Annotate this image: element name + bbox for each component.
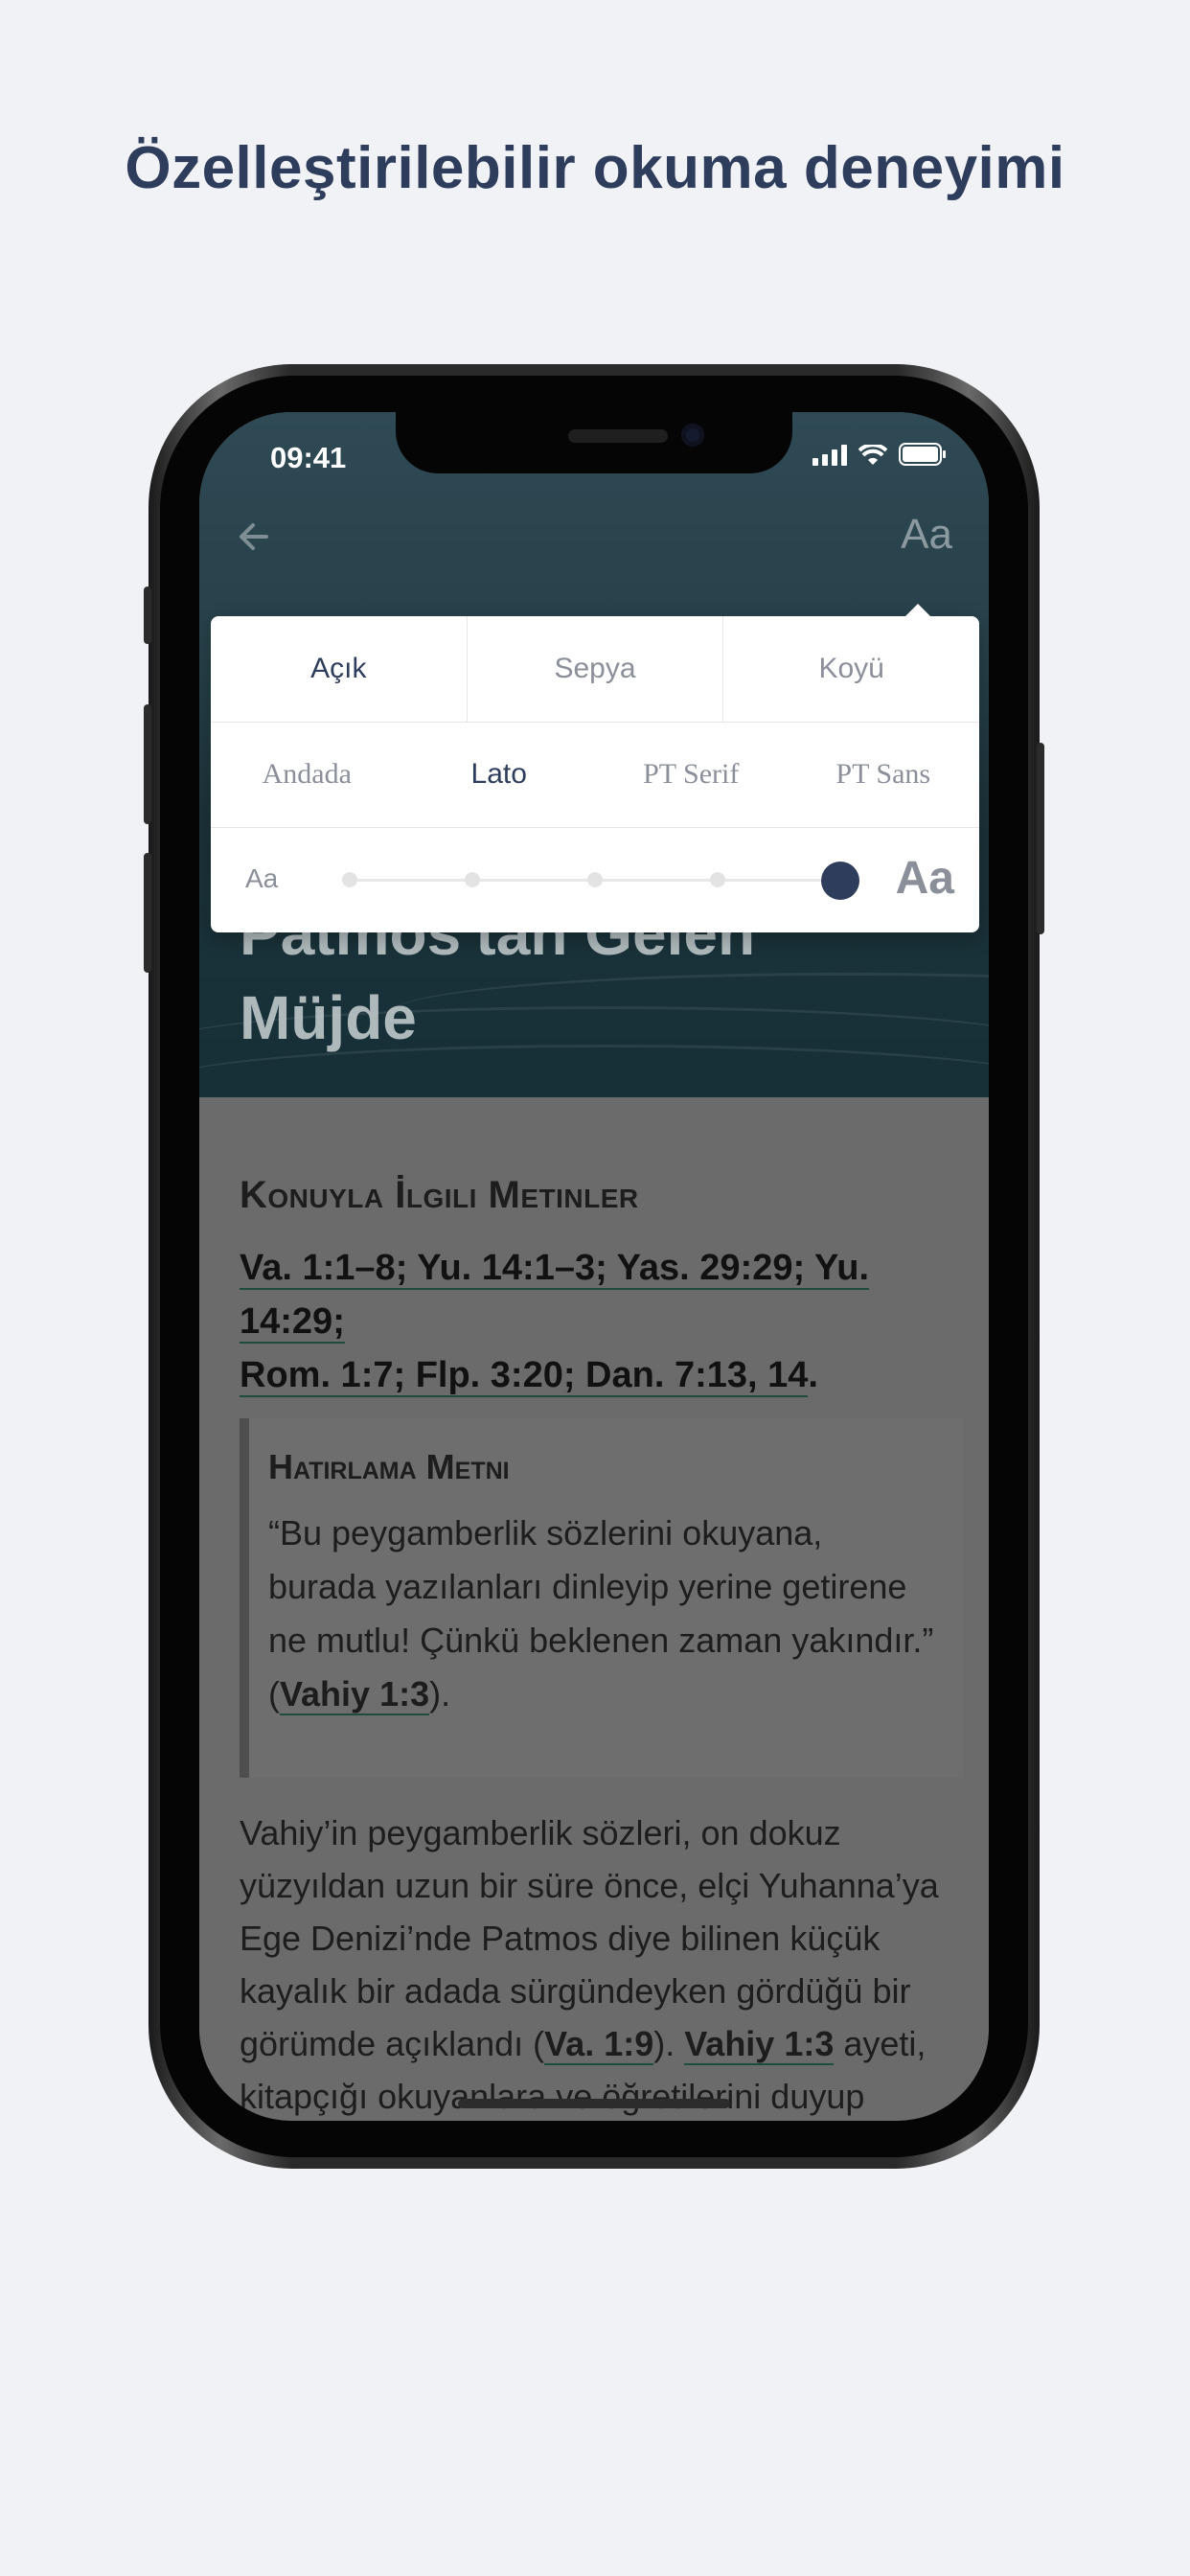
article-body: Vahiy’in peygamberlik sözleri, on dokuz …	[240, 1806, 968, 2121]
references-link[interactable]: Va. 1:1–8; Yu. 14:1–3; Yas. 29:29; Yu. 1…	[240, 1248, 870, 1344]
font-size-step[interactable]	[342, 872, 357, 887]
volume-up-button	[144, 704, 151, 824]
reading-settings-popover: Açık Sepya Koyü Andada Lato PT Serif PT …	[211, 604, 979, 932]
home-indicator[interactable]	[458, 2099, 730, 2108]
font-size-step[interactable]	[587, 872, 603, 887]
memory-text-end: ).	[429, 1674, 451, 1714]
notch	[396, 412, 792, 473]
references-end: .	[808, 1355, 818, 1395]
memory-text-heading: Hatırlama Metni	[268, 1447, 510, 1486]
font-size-slider-knob[interactable]	[821, 862, 859, 900]
text-settings-button[interactable]: Aa	[901, 511, 952, 559]
article-title-line: Müjde	[240, 983, 417, 1052]
verse-link[interactable]: Vahiy 1:3	[684, 2024, 835, 2065]
popover-arrow	[904, 604, 931, 617]
status-time: 09:41	[270, 441, 347, 474]
theme-selector: Açık Sepya Koyü	[211, 616, 979, 723]
font-size-step[interactable]	[465, 872, 480, 887]
font-pt-sans-option[interactable]: PT Sans	[788, 722, 980, 827]
size-small-label: Aa	[245, 863, 279, 893]
speaker	[568, 429, 668, 443]
font-size-step[interactable]	[710, 872, 725, 887]
power-button	[1037, 743, 1044, 934]
headline: Özelleştirilebilir okuma deneyimi	[125, 135, 1065, 201]
mute-switch	[144, 586, 151, 644]
arrow-left-icon[interactable]	[232, 515, 276, 559]
theme-dark-option[interactable]: Koyü	[723, 616, 979, 722]
size-large-label: Aa	[895, 853, 954, 904]
text-settings-icon: Aa	[901, 511, 952, 558]
battery-icon	[899, 443, 946, 466]
volume-down-button	[144, 853, 151, 973]
font-selector: Andada Lato PT Serif PT Sans	[211, 722, 979, 828]
memory-text-box: Hatırlama Metni “Bu peygamberlik sözleri…	[240, 1418, 963, 1778]
theme-sepia-option[interactable]: Sepya	[468, 616, 724, 722]
body-paragraph: ).	[653, 2024, 685, 2063]
font-lato-option[interactable]: Lato	[403, 722, 596, 827]
font-andada-option[interactable]: Andada	[211, 722, 403, 827]
memory-verse-link[interactable]: Vahiy 1:3	[280, 1674, 430, 1715]
status-icons	[812, 443, 947, 466]
memory-text: “Bu peygamberlik sözlerini okuyana, bura…	[268, 1506, 939, 1721]
signal-icon	[812, 445, 847, 466]
references-link[interactable]: Rom. 1:7; Flp. 3:20; Dan. 7:13, 14	[240, 1355, 809, 1397]
scripture-references: Va. 1:1–8; Yu. 14:1–3; Yas. 29:29; Yu. 1…	[240, 1241, 968, 1402]
top-navigation: Aa	[199, 503, 989, 570]
font-pt-serif-option[interactable]: PT Serif	[595, 722, 788, 827]
font-size-selector: Aa Aa	[211, 827, 979, 932]
phone-screen: Patmos'tan Gelen Müjde 09:41 Aa Açık Sep…	[199, 412, 989, 2121]
camera-icon	[681, 424, 704, 447]
verse-link[interactable]: Va. 1:9	[544, 2024, 654, 2065]
related-texts-heading: Konuyla İlgili Metinler	[240, 1174, 639, 1216]
theme-light-option[interactable]: Açık	[211, 616, 468, 722]
wifi-icon	[858, 445, 887, 465]
